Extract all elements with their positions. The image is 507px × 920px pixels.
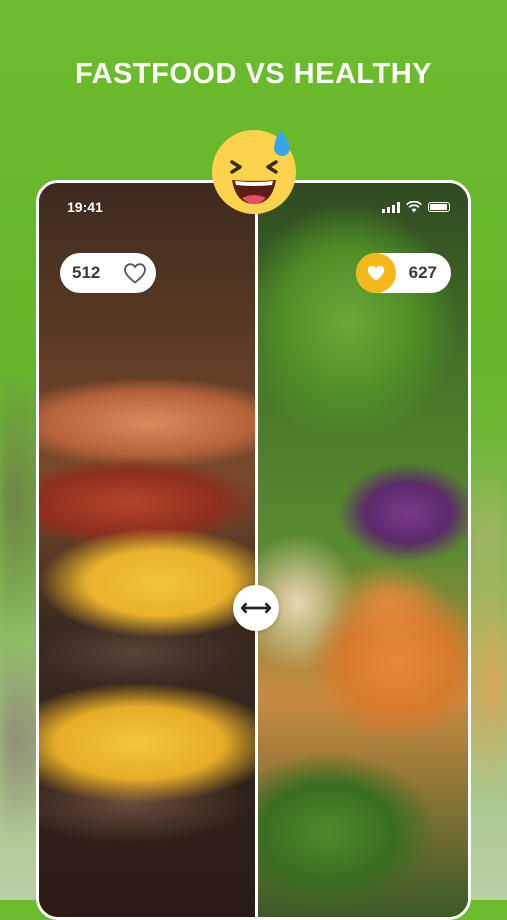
healthy-like-count: 627 <box>408 263 437 282</box>
heart-outline-icon[interactable] <box>123 262 147 284</box>
fastfood-like-count: 512 <box>72 263 101 282</box>
battery-icon <box>428 202 450 212</box>
compare-divider[interactable] <box>255 183 258 917</box>
heart-filled-button[interactable] <box>356 253 396 293</box>
status-icons <box>382 201 450 213</box>
wifi-icon <box>406 201 422 213</box>
laughing-sweat-emoji <box>212 130 296 214</box>
heart-filled-icon <box>367 265 385 281</box>
fastfood-image[interactable] <box>39 183 255 917</box>
signal-icon <box>382 201 400 213</box>
fastfood-like-pill[interactable]: 512 <box>60 253 156 293</box>
healthy-image[interactable] <box>258 183 468 917</box>
page-title: FASTFOOD VS HEALTHY <box>75 58 432 90</box>
swap-horizontal-icon[interactable]: ⟷ <box>233 585 279 631</box>
phone-mockup: 19:41 512 627 ⟷ <box>36 180 471 920</box>
status-time: 19:41 <box>67 199 103 215</box>
